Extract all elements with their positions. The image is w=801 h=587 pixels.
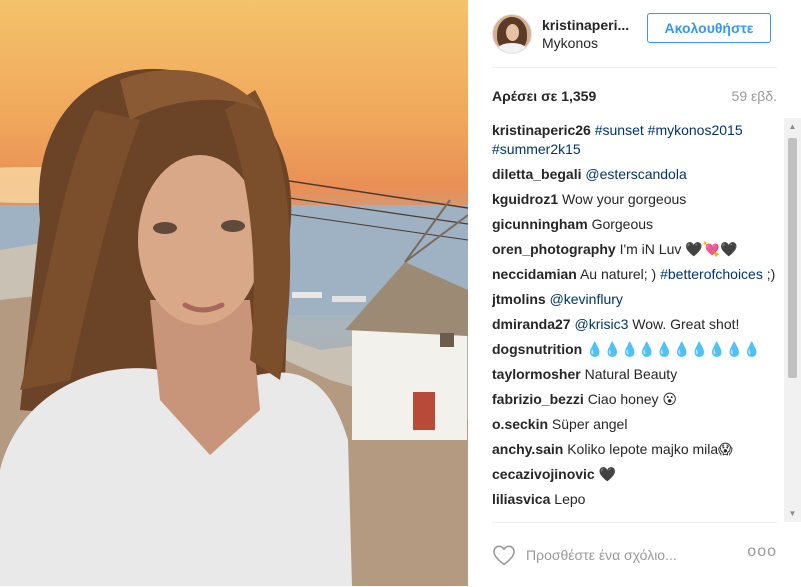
comment-user[interactable]: neccidamian: [492, 266, 577, 282]
comment-link[interactable]: #betterofchoices: [660, 266, 763, 282]
more-options-icon[interactable]: ooo: [747, 543, 777, 561]
comment-link[interactable]: @esterscandola: [585, 166, 686, 182]
comment: o.seckin Süper angel: [492, 412, 784, 437]
comment: taylormosher Natural Beauty: [492, 362, 784, 387]
post-footer: ooo: [492, 522, 777, 587]
comment-user[interactable]: diletta_begali: [492, 166, 581, 182]
comment-text: ;): [766, 266, 776, 282]
scroll-up-arrow-icon[interactable]: ▲: [784, 118, 801, 135]
comment-text: Lepo: [554, 491, 586, 507]
comment-link[interactable]: @kevinflury: [550, 291, 623, 307]
comment: gicunningham Gorgeous: [492, 212, 784, 237]
comment-user[interactable]: taylormosher: [492, 366, 581, 382]
comment-text: Koliko lepote majko mila😱: [567, 441, 733, 457]
comment: fabrizio_bezzi Ciao honey 😮: [492, 387, 784, 412]
comment: diletta_begali @esterscandola: [492, 162, 784, 187]
comment-text: Gorgeous: [591, 216, 654, 232]
comment: anchy.sain Koliko lepote majko mila😱: [492, 437, 784, 462]
add-comment-input[interactable]: [524, 546, 738, 564]
post-photo[interactable]: [0, 0, 468, 586]
comment: oren_photography I'm iN Luv 🖤💘🖤: [492, 237, 784, 262]
scrollbar-thumb[interactable]: [788, 138, 797, 378]
comment-text: Ciao honey 😮: [587, 391, 677, 407]
comment: dogsnutrition 💧💧💧💧💧💧💧💧💧💧: [492, 337, 784, 362]
comment-user[interactable]: kristinaperic26: [492, 122, 591, 138]
post-side-panel: kristinaperi... Mykonos Ακολουθήστε Αρέσ…: [468, 0, 801, 586]
post-time[interactable]: 59 εβδ.: [732, 88, 777, 106]
comment-text: Au naturel; ): [579, 266, 657, 282]
comment-text: Natural Beauty: [584, 366, 678, 382]
comment-user[interactable]: anchy.sain: [492, 441, 563, 457]
comment-link[interactable]: @krisic3: [574, 316, 628, 332]
photo-illustration: [0, 68, 468, 586]
comment: dmiranda27 @krisic3 Wow. Great shot!: [492, 312, 784, 337]
comment-user[interactable]: jtmolins: [492, 291, 546, 307]
comment-text: Süper angel: [551, 416, 628, 432]
follow-button[interactable]: Ακολουθήστε: [647, 13, 771, 43]
comment-text: 💧💧💧💧💧💧💧💧💧💧: [586, 341, 761, 357]
comment-user[interactable]: dmiranda27: [492, 316, 571, 332]
instagram-post: kristinaperi... Mykonos Ακολουθήστε Αρέσ…: [0, 0, 801, 586]
heart-outline-icon[interactable]: [492, 544, 516, 566]
comment-text: 🖤: [598, 466, 617, 482]
username-link[interactable]: kristinaperi...: [542, 16, 629, 34]
comment-user[interactable]: gicunningham: [492, 216, 588, 232]
comment-user[interactable]: o.seckin: [492, 416, 548, 432]
comment: kristinaperic26 #sunset #mykonos2015 #su…: [492, 118, 784, 162]
comment-user[interactable]: cecazivojinovic: [492, 466, 595, 482]
comment: neccidamian Au naturel; ) #betterofchoic…: [492, 262, 784, 287]
post-stats: Αρέσει σε 1,359 59 εβδ.: [492, 88, 777, 106]
comment-user[interactable]: fabrizio_bezzi: [492, 391, 584, 407]
comment: kguidroz1 Wow your gorgeous: [492, 187, 784, 212]
comment-text: Wow your gorgeous: [562, 191, 687, 207]
comment: liliasvica Lepo: [492, 487, 784, 512]
scroll-down-arrow-icon[interactable]: ▼: [784, 505, 801, 522]
comment-user[interactable]: liliasvica: [492, 491, 550, 507]
comments-scrollbar[interactable]: ▲ ▼: [784, 118, 801, 522]
location-link[interactable]: Mykonos: [542, 34, 629, 52]
post-header: kristinaperi... Mykonos Ακολουθήστε: [492, 0, 777, 68]
avatar[interactable]: [492, 13, 532, 54]
user-info: kristinaperi... Mykonos: [542, 16, 629, 52]
comment: jtmolins @kevinflury: [492, 287, 784, 312]
comment-user[interactable]: oren_photography: [492, 241, 616, 257]
comment-user[interactable]: kguidroz1: [492, 191, 558, 207]
comment-user[interactable]: dogsnutrition: [492, 341, 582, 357]
comment: cecazivojinovic 🖤: [492, 462, 784, 487]
comment-text: Wow. Great shot!: [632, 316, 740, 332]
comment-text: I'm iN Luv 🖤💘🖤: [619, 241, 738, 257]
likes-count[interactable]: Αρέσει σε 1,359: [492, 88, 596, 106]
comments-list: kristinaperic26 #sunset #mykonos2015 #su…: [492, 118, 784, 522]
